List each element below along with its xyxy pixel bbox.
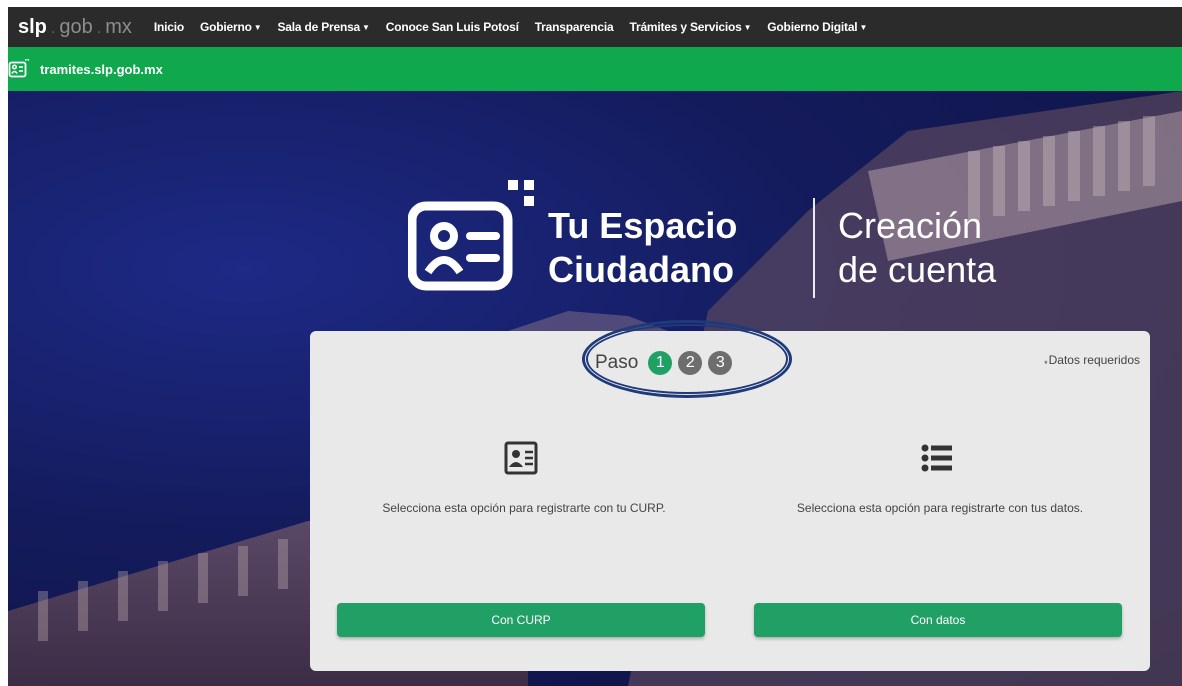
required-marker: * (1044, 359, 1048, 369)
paso-label: Paso (595, 352, 639, 373)
hero-title-line1: Tu Espacio (548, 205, 738, 246)
step-2: 2 (678, 351, 703, 375)
nav-gobierno-digital[interactable]: Gobierno Digital ▼ (767, 20, 867, 34)
hero-title: Tu Espacio Ciudadano (548, 204, 737, 292)
site-url-link[interactable]: tramites.slp.gob.mx (40, 62, 163, 77)
nav-sala-de-prensa[interactable]: Sala de Prensa ▼ (277, 20, 370, 34)
hero-subtitle-line1: Creación (838, 205, 983, 246)
required-note-text: Datos requeridos (1048, 353, 1140, 367)
nav-label: Conoce San Luis Potosí (385, 20, 519, 34)
nav-tramites-servicios[interactable]: Trámites y Servicios ▼ (630, 20, 752, 34)
brand-part-gob: gob (59, 15, 93, 38)
required-note: *Datos requeridos (1044, 353, 1140, 369)
curp-option-text: Selecciona esta opción para registrarte … (382, 501, 666, 515)
list-icon (921, 444, 952, 472)
nav-label: Gobierno Digital (767, 20, 858, 34)
con-datos-button[interactable]: Con datos (754, 603, 1122, 637)
con-curp-button[interactable]: Con CURP (337, 603, 705, 637)
caret-down-icon: ▼ (362, 23, 370, 33)
citizen-id-icon (8, 58, 30, 80)
hero-subtitle: Creación de cuenta (838, 204, 996, 292)
nav-label: Inicio (153, 20, 184, 34)
brand-part-slp: slp (18, 15, 47, 38)
logo-divider (813, 198, 815, 298)
nav-transparencia[interactable]: Transparencia (535, 20, 614, 34)
brand-part-mx: mx (105, 15, 132, 38)
caret-down-icon: ▼ (253, 23, 262, 33)
caret-down-icon: ▼ (859, 23, 868, 33)
nav-label: Transparencia (534, 20, 614, 34)
step-indicator: Paso 1 2 3 (595, 351, 738, 375)
step-1: 1 (648, 351, 673, 375)
hero-subtitle-line2: de cuenta (838, 249, 997, 290)
id-card-icon (504, 441, 538, 475)
site-brand[interactable]: slp . gob . mx (18, 16, 132, 39)
citizen-id-logo-icon (408, 180, 534, 291)
nav-conoce-slp[interactable]: Conoce San Luis Potosí (386, 20, 519, 34)
caret-down-icon: ▼ (743, 23, 752, 33)
hero-title-line2: Ciudadano (548, 249, 734, 290)
registration-card: Paso 1 2 3 *Datos requeridos Selecciona … (310, 320, 1150, 671)
brand-separator: . (50, 19, 56, 37)
nav-gobierno[interactable]: Gobierno ▼ (200, 20, 262, 34)
step-3: 3 (708, 351, 733, 375)
hero-logo: Tu Espacio Ciudadano Creación de cuenta (408, 166, 1038, 306)
hero-section: Tu Espacio Ciudadano Creación de cuenta … (8, 91, 1182, 686)
site-bar: tramites.slp.gob.mx (8, 47, 1182, 91)
brand-separator: . (96, 19, 102, 37)
nav-inicio[interactable]: Inicio (154, 20, 184, 34)
nav-label: Sala de Prensa (277, 20, 361, 34)
browser-viewport: slp . gob . mx Inicio Gobierno ▼ Sala de … (8, 7, 1182, 686)
datos-option-text: Selecciona esta opción para registrarte … (796, 501, 1084, 515)
top-navbar: slp . gob . mx Inicio Gobierno ▼ Sala de … (8, 7, 1182, 47)
nav-label: Gobierno (200, 20, 252, 34)
nav-label: Trámites y Servicios (629, 20, 742, 34)
